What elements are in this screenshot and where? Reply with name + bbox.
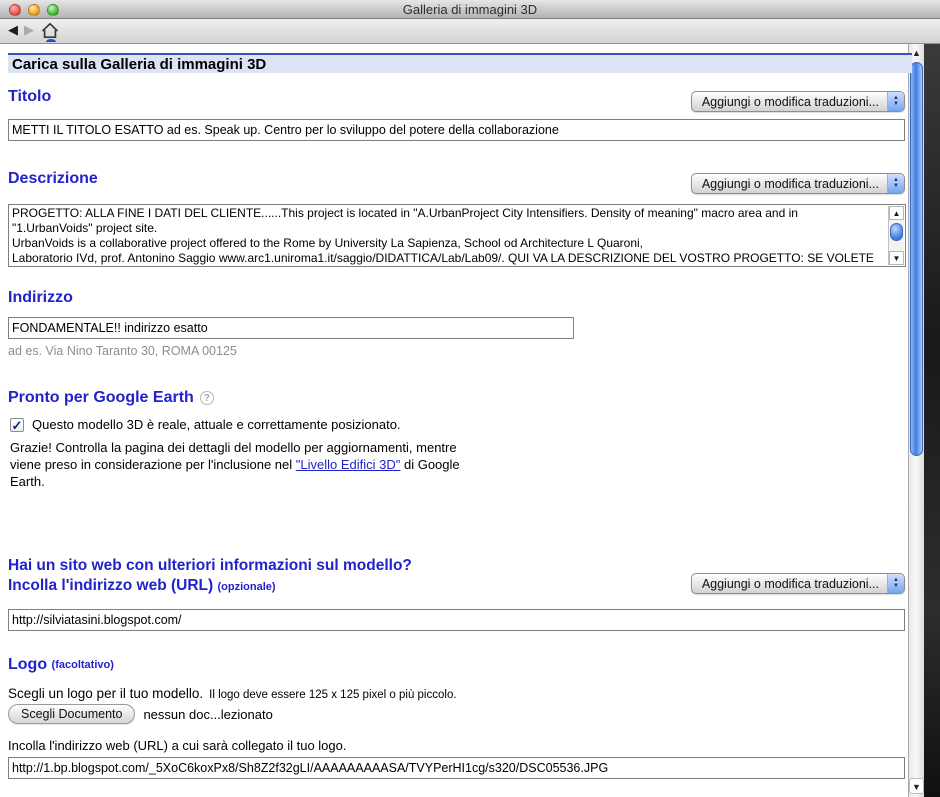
logo-url-label: Incolla l'indirizzo web (URL) a cui sarà… — [8, 738, 346, 753]
dropdown-label: Aggiungi o modifica traduzioni... — [692, 95, 887, 109]
forward-icon[interactable]: ▶ — [24, 22, 34, 38]
dropdown-label: Aggiungi o modifica traduzioni... — [692, 577, 887, 591]
scroll-down-icon[interactable]: ▼ — [889, 251, 904, 265]
scroll-down-icon[interactable]: ▼ — [909, 778, 924, 794]
logo-size-hint: Il logo deve essere 125 x 125 pixel o pi… — [209, 689, 456, 701]
dropdown-label: Aggiungi o modifica traduzioni... — [692, 177, 887, 191]
textarea-scroll-thumb[interactable] — [890, 223, 903, 241]
page-scrollbar[interactable]: ▲ ▼ — [908, 44, 924, 797]
desktop-background — [924, 44, 940, 797]
descrizione-text[interactable]: PROGETTO: ALLA FINE I DATI DEL CLIENTE..… — [12, 206, 886, 265]
logo-file-row: Scegli Documento nessun doc...lezionato — [8, 704, 273, 724]
choose-file-button[interactable]: Scegli Documento — [8, 704, 135, 724]
stepper-arrows-icon: ▲▼ — [887, 574, 904, 593]
browser-toolbar: ◀ ▶ — [0, 19, 940, 44]
file-status-text: nessun doc...lezionato — [143, 707, 272, 722]
logo-heading: Logo (facoltativo) — [8, 656, 114, 674]
google-earth-heading: Pronto per Google Earth? — [8, 389, 214, 407]
home-icon[interactable] — [40, 21, 60, 46]
window-titlebar[interactable]: Galleria di immagini 3D — [0, 0, 940, 19]
checkbox-label: Questo modello 3D è reale, attuale e cor… — [32, 417, 401, 432]
descrizione-heading: Descrizione — [8, 170, 98, 188]
website-url-input[interactable] — [8, 609, 905, 631]
titolo-input[interactable] — [8, 119, 905, 141]
descrizione-translations-dropdown[interactable]: Aggiungi o modifica traduzioni... ▲▼ — [691, 173, 905, 194]
upload-form-page: Carica sulla Galleria di immagini 3D Tit… — [0, 44, 908, 797]
website-translations-dropdown[interactable]: Aggiungi o modifica traduzioni... ▲▼ — [691, 573, 905, 594]
stepper-arrows-icon: ▲▼ — [887, 174, 904, 193]
google-earth-thanks-paragraph: Grazie! Controlla la pagina dei dettagli… — [10, 439, 484, 490]
titolo-translations-dropdown[interactable]: Aggiungi o modifica traduzioni... ▲▼ — [691, 91, 905, 112]
page-title: Carica sulla Galleria di immagini 3D — [8, 53, 912, 73]
window-title: Galleria di immagini 3D — [0, 2, 940, 17]
real-model-checkbox[interactable]: ✓ — [10, 418, 24, 432]
back-icon[interactable]: ◀ — [8, 22, 18, 38]
textarea-scrollbar[interactable]: ▲ ▼ — [888, 206, 904, 265]
scrollbar-thumb[interactable] — [910, 62, 923, 456]
indirizzo-heading: Indirizzo — [8, 289, 73, 307]
descrizione-textarea[interactable]: PROGETTO: ALLA FINE I DATI DEL CLIENTE..… — [8, 204, 906, 267]
livello-edifici-link[interactable]: "Livello Edifici 3D" — [296, 457, 401, 472]
opzionale-label: (opzionale) — [218, 581, 276, 593]
facoltativo-label: (facoltativo) — [52, 659, 114, 671]
indirizzo-input[interactable] — [8, 317, 574, 339]
stepper-arrows-icon: ▲▼ — [887, 92, 904, 111]
logo-choose-row: Scegli un logo per il tuo modello.Il log… — [8, 686, 457, 701]
indirizzo-hint: ad es. Via Nino Taranto 30, ROMA 00125 — [8, 344, 237, 358]
home-underline-decoration — [46, 39, 56, 42]
google-earth-checkbox-row: ✓ Questo modello 3D è reale, attuale e c… — [10, 417, 401, 432]
website-heading: Hai un sito web con ulteriori informazio… — [8, 556, 412, 597]
help-icon[interactable]: ? — [200, 391, 214, 405]
logo-url-input[interactable] — [8, 757, 905, 779]
scroll-up-icon[interactable]: ▲ — [889, 206, 904, 220]
titolo-heading: Titolo — [8, 88, 51, 106]
